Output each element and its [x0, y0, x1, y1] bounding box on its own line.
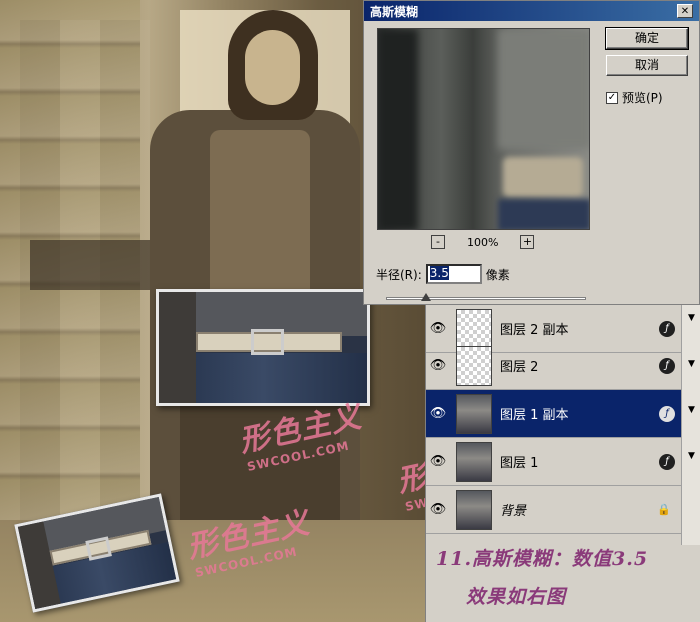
- fx-icon[interactable]: ƒ: [659, 405, 675, 422]
- fx-icon[interactable]: ƒ: [659, 320, 675, 337]
- preview-checkbox[interactable]: ✓ 预览(P): [606, 89, 663, 106]
- layer-row[interactable]: 👁 图层 1 ƒ: [426, 438, 681, 486]
- layer-thumbnail: [456, 345, 492, 386]
- eye-icon[interactable]: 👁: [426, 321, 450, 336]
- radius-label: 半径(R):: [376, 267, 422, 282]
- dialog-title: 高斯模糊: [370, 4, 419, 19]
- eye-icon[interactable]: 👁: [426, 406, 450, 421]
- layer-row[interactable]: 👁 背景 🔒: [426, 486, 681, 534]
- scroll-arrow-icon[interactable]: ▼: [682, 405, 700, 415]
- radius-input[interactable]: 3.5: [425, 264, 482, 284]
- close-icon[interactable]: ✕: [677, 4, 693, 18]
- zoom-in-button[interactable]: +: [520, 235, 535, 249]
- belt-inset-large: [156, 289, 370, 406]
- layer-name: 图层 1: [500, 456, 539, 471]
- radius-slider[interactable]: [386, 293, 586, 301]
- watermark: 形色主义 SWCOOL.COM: [236, 399, 366, 474]
- dialog-titlebar[interactable]: 高斯模糊 ✕: [364, 1, 699, 21]
- eye-icon[interactable]: 👁: [426, 454, 450, 469]
- fx-icon[interactable]: ƒ: [659, 357, 675, 374]
- caption-line-2: 效果如右图: [466, 586, 567, 608]
- blur-preview[interactable]: [377, 28, 590, 230]
- preview-checkbox-label: 预览(P): [622, 91, 663, 105]
- layer-row[interactable]: 👁 图层 2 ƒ: [426, 342, 681, 390]
- layer-name: 图层 1 副本: [500, 408, 569, 423]
- layer-thumbnail: [456, 393, 492, 434]
- lock-icon: 🔒: [657, 503, 671, 516]
- ok-button[interactable]: 确定: [605, 27, 689, 50]
- zoom-controls: - 100% +: [431, 235, 535, 249]
- layer-thumbnail: [456, 489, 492, 530]
- person-face: [245, 30, 300, 105]
- slider-thumb[interactable]: [421, 293, 431, 301]
- radius-row: 半径(R): 3.5 像素: [376, 264, 510, 284]
- scroll-arrow-icon[interactable]: ▼: [682, 313, 700, 323]
- zoom-out-button[interactable]: -: [431, 235, 445, 249]
- fx-icon[interactable]: ƒ: [659, 453, 675, 470]
- layer-thumbnail: [456, 441, 492, 482]
- cancel-button[interactable]: 取消: [606, 55, 688, 76]
- layer-name: 图层 2 副本: [500, 323, 569, 338]
- scroll-arrow-icon[interactable]: ▼: [682, 451, 700, 461]
- zoom-value: 100%: [467, 235, 499, 249]
- layer-row-selected[interactable]: 👁 图层 1 副本 ƒ: [426, 390, 681, 438]
- layers-scrollbar[interactable]: ▼ ▼ ▼ ▼: [681, 305, 700, 545]
- layer-name: 背景: [500, 504, 527, 519]
- gaussian-blur-dialog: 高斯模糊 ✕ 确定 取消 ✓ 预览(P) - 100% + 半径(R): 3.5…: [363, 0, 700, 305]
- watermark: 形色主义 SWCOOL.COM: [184, 505, 314, 580]
- eye-icon[interactable]: 👁: [426, 502, 450, 517]
- person-top: [210, 130, 310, 310]
- checkmark-icon[interactable]: ✓: [606, 91, 618, 104]
- tutorial-caption: 11.高斯模糊：数值3.5 效果如右图: [436, 540, 648, 616]
- radius-unit: 像素: [485, 267, 510, 282]
- dark-panel: [30, 240, 150, 290]
- caption-line-1: 11.高斯模糊：数值3.5: [436, 548, 649, 570]
- scroll-arrow-icon[interactable]: ▼: [682, 359, 700, 369]
- layer-name: 图层 2: [500, 360, 539, 375]
- eye-icon[interactable]: 👁: [426, 358, 450, 373]
